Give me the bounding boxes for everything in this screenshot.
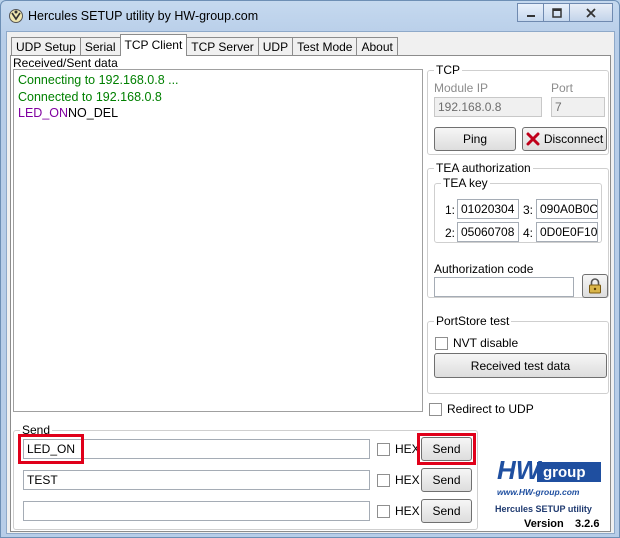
logo-product-text: Hercules SETUP utility bbox=[495, 504, 592, 514]
tab-udp[interactable]: UDP bbox=[257, 37, 294, 56]
logo-hw-text: HW bbox=[497, 455, 543, 485]
tea-key-3-label: 3: bbox=[523, 203, 534, 217]
redirect-to-udp-label: Redirect to UDP bbox=[447, 402, 534, 416]
tcp-group-legend: TCP bbox=[436, 63, 460, 77]
log-sent-text: LED_ON bbox=[18, 106, 69, 120]
send-input-2[interactable]: TEST bbox=[23, 470, 370, 490]
send-button-3[interactable]: Send bbox=[421, 499, 472, 523]
received-test-data-button[interactable]: Received test data bbox=[434, 353, 607, 378]
disconnect-x-icon bbox=[526, 132, 540, 146]
hex-label-2: HEX bbox=[395, 473, 420, 487]
logo-version-label: Version bbox=[524, 518, 564, 530]
received-test-data-label: Received test data bbox=[470, 358, 571, 373]
logo-group-text: group bbox=[543, 464, 586, 481]
tab-tcp-server[interactable]: TCP Server bbox=[186, 37, 259, 56]
module-ip-label: Module IP bbox=[434, 81, 489, 95]
close-button[interactable] bbox=[569, 3, 613, 22]
log-line-connecting: Connecting to 192.168.0.8 ... bbox=[18, 73, 179, 87]
port-label: Port bbox=[551, 81, 574, 95]
nvt-disable-checkbox[interactable] bbox=[435, 337, 448, 350]
hex-checkbox-1[interactable] bbox=[377, 443, 390, 456]
minimize-icon bbox=[526, 14, 535, 17]
send-button-3-label: Send bbox=[432, 504, 461, 518]
send-button-2-label: Send bbox=[432, 473, 461, 487]
hex-label-1: HEX bbox=[395, 442, 420, 456]
close-icon bbox=[586, 7, 596, 18]
title-bar[interactable]: Hercules SETUP utility by HW-group.com bbox=[1, 1, 619, 31]
tea-key-4-label: 4: bbox=[523, 226, 534, 240]
maximize-button[interactable] bbox=[543, 3, 570, 22]
window-title: Hercules SETUP utility by HW-group.com bbox=[28, 9, 259, 23]
tab-tcp-client[interactable]: TCP Client bbox=[119, 34, 188, 56]
caption-buttons bbox=[517, 3, 613, 22]
portstore-test-legend: PortStore test bbox=[436, 314, 510, 328]
highlight-send-button bbox=[417, 433, 476, 465]
tab-about[interactable]: About bbox=[356, 37, 398, 56]
authorization-code-label: Authorization code bbox=[434, 262, 534, 276]
hex-checkbox-3[interactable] bbox=[377, 505, 390, 518]
maximize-icon bbox=[551, 7, 562, 18]
padlock-icon bbox=[589, 278, 601, 294]
tab-test-mode[interactable]: Test Mode bbox=[292, 37, 358, 56]
tea-key-3-field[interactable]: 090A0B0C bbox=[536, 199, 598, 219]
disconnect-button[interactable]: Disconnect bbox=[522, 127, 607, 151]
port-field[interactable]: 7 bbox=[551, 97, 605, 117]
hex-checkbox-2[interactable] bbox=[377, 474, 390, 487]
tea-key-1-label: 1: bbox=[445, 203, 456, 217]
received-data-area[interactable]: Connecting to 192.168.0.8 ... Connected … bbox=[13, 69, 423, 412]
hercules-app-icon bbox=[9, 9, 23, 23]
hw-group-logo: HW group www.HW-group.com Hercules SETUP… bbox=[491, 454, 607, 530]
module-ip-field[interactable]: 192.168.0.8 bbox=[434, 97, 542, 117]
log-received-text: NO_DEL bbox=[68, 106, 119, 120]
authorization-code-field[interactable] bbox=[434, 277, 574, 297]
log-line-connected: Connected to 192.168.0.8 bbox=[18, 89, 162, 104]
log-line-data: LED_ONNO_DEL bbox=[18, 105, 418, 122]
nvt-disable-label: NVT disable bbox=[453, 336, 519, 350]
disconnect-button-label: Disconnect bbox=[543, 132, 604, 146]
tab-serial[interactable]: Serial bbox=[79, 37, 121, 56]
ping-button[interactable]: Ping bbox=[434, 127, 516, 151]
tea-key-2-label: 2: bbox=[445, 226, 456, 240]
tcp-client-page: Received/Sent data Connecting to 192.168… bbox=[10, 55, 611, 532]
tea-key-4-field[interactable]: 0D0E0F10 bbox=[536, 222, 598, 242]
minimize-button[interactable] bbox=[517, 3, 544, 22]
received-sent-label: Received/Sent data bbox=[13, 56, 118, 70]
ping-button-label: Ping bbox=[462, 132, 488, 146]
tab-strip: UDP Setup Serial TCP Client TCP Server U… bbox=[11, 34, 398, 56]
send-button-2[interactable]: Send bbox=[421, 468, 472, 492]
lock-button[interactable] bbox=[582, 274, 608, 298]
highlight-send-input bbox=[18, 434, 84, 464]
tab-udp-setup[interactable]: UDP Setup bbox=[11, 37, 81, 56]
tea-key-legend: TEA key bbox=[443, 176, 488, 190]
logo-version-number: 3.2.6 bbox=[575, 518, 599, 530]
hex-label-3: HEX bbox=[395, 504, 420, 518]
app-window: Hercules SETUP utility by HW-group.com U… bbox=[0, 0, 620, 538]
tea-authorization-legend: TEA authorization bbox=[436, 161, 531, 175]
tea-key-1-field[interactable]: 01020304 bbox=[457, 199, 519, 219]
client-area: UDP Setup Serial TCP Client TCP Server U… bbox=[6, 31, 615, 534]
send-input-3[interactable] bbox=[23, 501, 370, 521]
tea-key-2-field[interactable]: 05060708 bbox=[457, 222, 519, 242]
redirect-to-udp-checkbox[interactable] bbox=[429, 403, 442, 416]
logo-url-text: www.HW-group.com bbox=[497, 487, 580, 497]
